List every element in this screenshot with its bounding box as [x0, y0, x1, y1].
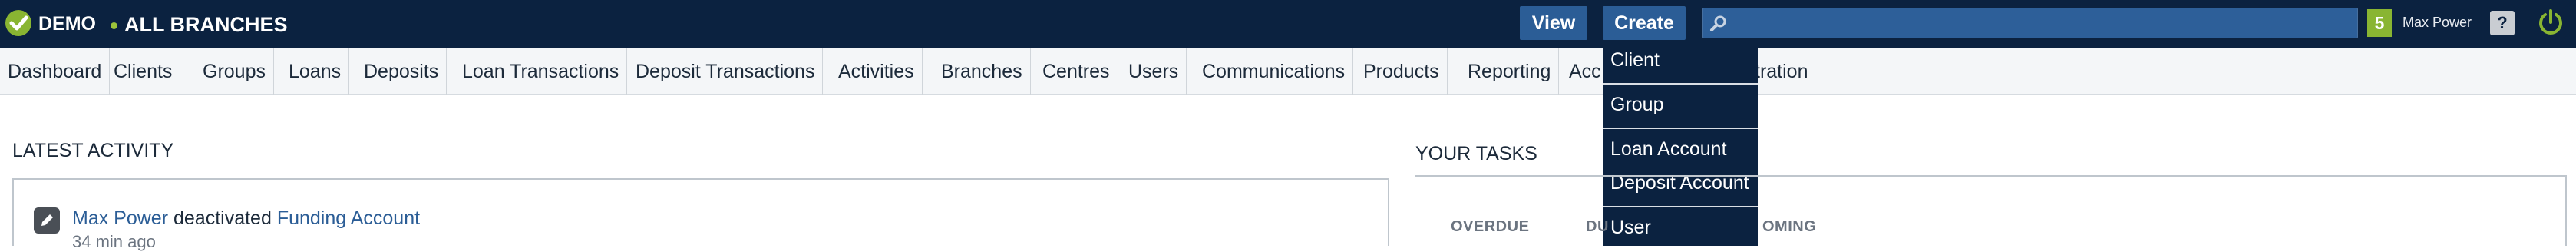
- activity-timestamp: 34 min ago: [72, 232, 156, 251]
- view-button[interactable]: View: [1520, 6, 1587, 40]
- user-menu[interactable]: Max Power: [2403, 15, 2472, 31]
- create-dropdown-menu: Client Group Loan Account Deposit Accoun…: [1603, 43, 1758, 246]
- nav-deposits[interactable]: Deposits: [356, 48, 447, 95]
- your-tasks-panel-right: [2565, 175, 2567, 246]
- your-tasks-title: YOUR TASKS: [1415, 143, 1537, 164]
- nav-centres[interactable]: Centres: [1035, 48, 1118, 95]
- search-icon: [1710, 15, 1726, 32]
- activity-entry: Max Power deactivated Funding Account: [72, 207, 420, 230]
- your-tasks-panel-top: [1415, 175, 2567, 177]
- activity-user-link[interactable]: Max Power: [72, 207, 168, 229]
- main-nav: Dashboard Clients Groups Loans Deposits …: [0, 48, 2576, 95]
- latest-activity-panel-left: [12, 178, 14, 246]
- create-group-item[interactable]: Group: [1610, 94, 1663, 116]
- latest-activity-title: LATEST ACTIVITY: [12, 140, 174, 161]
- nav-loans[interactable]: Loans: [281, 48, 350, 95]
- tasks-tab-upcoming[interactable]: OMING: [1762, 218, 1816, 236]
- nav-activities[interactable]: Activities: [831, 48, 923, 95]
- pencil-icon: [34, 207, 60, 234]
- branch-indicator-icon: [111, 22, 117, 29]
- search-input[interactable]: [1702, 8, 2358, 38]
- latest-activity-panel-top: [12, 178, 1389, 180]
- nav-branches[interactable]: Branches: [933, 48, 1031, 95]
- nav-deposit-transactions[interactable]: Deposit Transactions: [628, 48, 824, 95]
- notifications-badge[interactable]: 5: [2367, 9, 2392, 37]
- menu-divider: [1603, 83, 1758, 85]
- create-client-item[interactable]: Client: [1610, 49, 1660, 71]
- nav-products[interactable]: Products: [1356, 48, 1448, 95]
- create-user-item[interactable]: User: [1610, 217, 1651, 239]
- power-icon[interactable]: [2536, 8, 2565, 37]
- nav-communications[interactable]: Communications: [1194, 48, 1354, 95]
- tasks-tab-overdue[interactable]: OVERDUE: [1451, 218, 1529, 236]
- activity-action: deactivated: [168, 207, 277, 229]
- nav-accounting[interactable]: Acc: [1561, 48, 1609, 95]
- logo-icon[interactable]: [5, 9, 32, 37]
- help-button[interactable]: ?: [2490, 11, 2515, 35]
- nav-reporting[interactable]: Reporting: [1460, 48, 1560, 95]
- menu-divider: [1603, 128, 1758, 129]
- nav-users[interactable]: Users: [1121, 48, 1187, 95]
- menu-divider: [1603, 206, 1758, 207]
- nav-loan-transactions[interactable]: Loan Transactions: [454, 48, 628, 95]
- top-header: DEMO ALL BRANCHES View Create 5 Max Powe…: [0, 0, 2576, 48]
- create-button[interactable]: Create: [1603, 6, 1686, 40]
- latest-activity-panel-right: [1388, 178, 1389, 246]
- nav-clients[interactable]: Clients: [106, 48, 181, 95]
- create-loan-account-item[interactable]: Loan Account: [1610, 138, 1727, 161]
- nav-dashboard[interactable]: Dashboard: [0, 48, 111, 95]
- nav-groups[interactable]: Groups: [195, 48, 274, 95]
- tasks-tab-due[interactable]: DU: [1586, 218, 1609, 236]
- branch-selector[interactable]: ALL BRANCHES: [124, 13, 288, 37]
- brand-name[interactable]: DEMO: [38, 13, 96, 35]
- activity-target-link[interactable]: Funding Account: [277, 207, 420, 229]
